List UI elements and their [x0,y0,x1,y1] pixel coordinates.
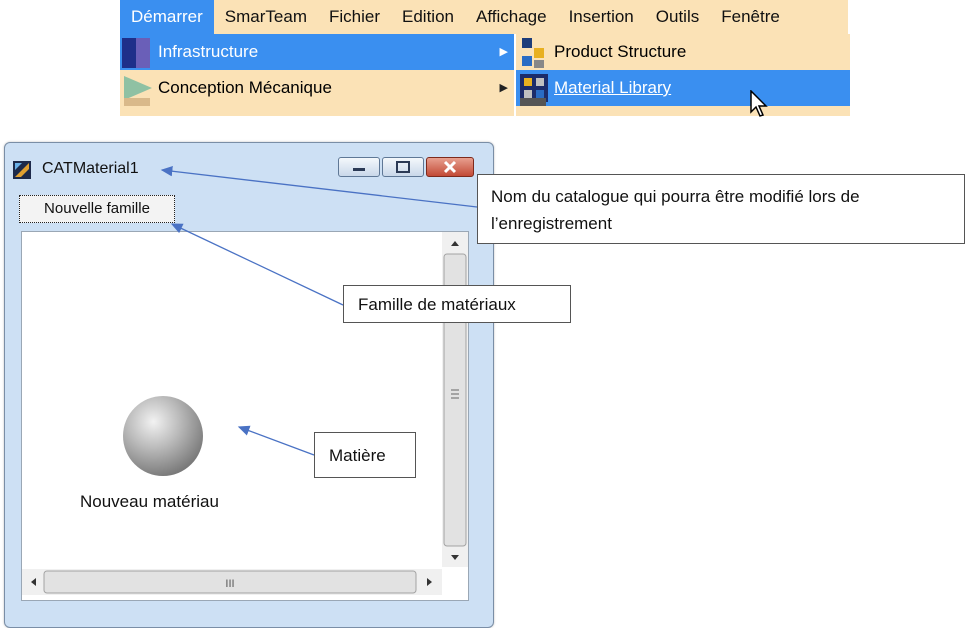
dropdown-item-infrastructure[interactable]: Infrastructure ▶ [120,34,518,70]
product-structure-icon [516,34,552,70]
menu-bar: Démarrer SmarTeam Fichier Edition Affich… [120,0,848,35]
material-label[interactable]: Nouveau matériau [80,492,219,512]
title-bar[interactable]: CATMaterial1 [5,143,493,193]
submenu-item-partial [516,98,850,116]
catalog-app-icon [13,161,31,179]
callout-family: Famille de matériaux [343,285,571,323]
menu-demarrer[interactable]: Démarrer [120,0,214,34]
vertical-scrollbar[interactable] [442,232,468,567]
partial-icon [120,93,156,116]
minimize-icon [353,168,365,171]
scroll-down-arrow-icon[interactable] [451,555,459,560]
submenu-arrow-icon: ▶ [499,46,508,58]
mouse-cursor-icon [750,90,768,117]
submenu-item-material-library[interactable]: Material Library [516,70,850,106]
menu-fichier[interactable]: Fichier [318,0,391,34]
scroll-up-arrow-icon[interactable] [451,241,459,246]
window-title: CATMaterial1 [42,160,139,177]
callout-catalog-name: Nom du catalogue qui pourra être modifié… [477,174,965,244]
dropdown-label-conception-mecanique: Conception Mécanique [158,78,332,97]
menu-insertion[interactable]: Insertion [558,0,645,34]
maximize-button[interactable] [382,157,424,177]
material-sphere-icon[interactable] [123,396,203,476]
infrastructure-icon [120,34,156,70]
partial-icon [516,93,552,116]
horizontal-scrollbar[interactable]: III [22,569,442,595]
close-icon [443,160,457,174]
submenu-label-product-structure: Product Structure [554,42,687,61]
dropdown-item-partial [120,98,518,116]
menu-outils[interactable]: Outils [645,0,710,34]
maximize-icon [396,161,410,173]
catalog-window: CATMaterial1 Nouvelle famille Nouveau ma… [4,142,494,628]
close-button[interactable] [426,157,474,177]
menu-affichage[interactable]: Affichage [465,0,558,34]
submenu-item-product-structure[interactable]: Product Structure [516,34,850,70]
scroll-grip: III [225,578,234,590]
scroll-right-arrow-icon[interactable] [427,578,432,586]
infrastructure-submenu: Product Structure Material Library [514,34,850,116]
menu-fenetre[interactable]: Fenêtre [710,0,791,34]
demarrer-dropdown: Infrastructure ▶ Conception Mécanique ▶ [120,34,518,116]
minimize-button[interactable] [338,157,380,177]
submenu-arrow-icon: ▶ [499,82,508,94]
dropdown-item-conception-mecanique[interactable]: Conception Mécanique ▶ [120,70,518,106]
menu-smarteam[interactable]: SmarTeam [214,0,318,34]
tab-nouvelle-famille[interactable]: Nouvelle famille [19,195,175,223]
horizontal-scroll-thumb[interactable]: III [43,570,417,594]
submenu-label-material-library: Material Library [554,78,672,97]
scroll-left-arrow-icon[interactable] [31,578,36,586]
dropdown-label-infrastructure: Infrastructure [158,42,259,61]
menu-edition[interactable]: Edition [391,0,465,34]
callout-material: Matière [314,432,416,478]
